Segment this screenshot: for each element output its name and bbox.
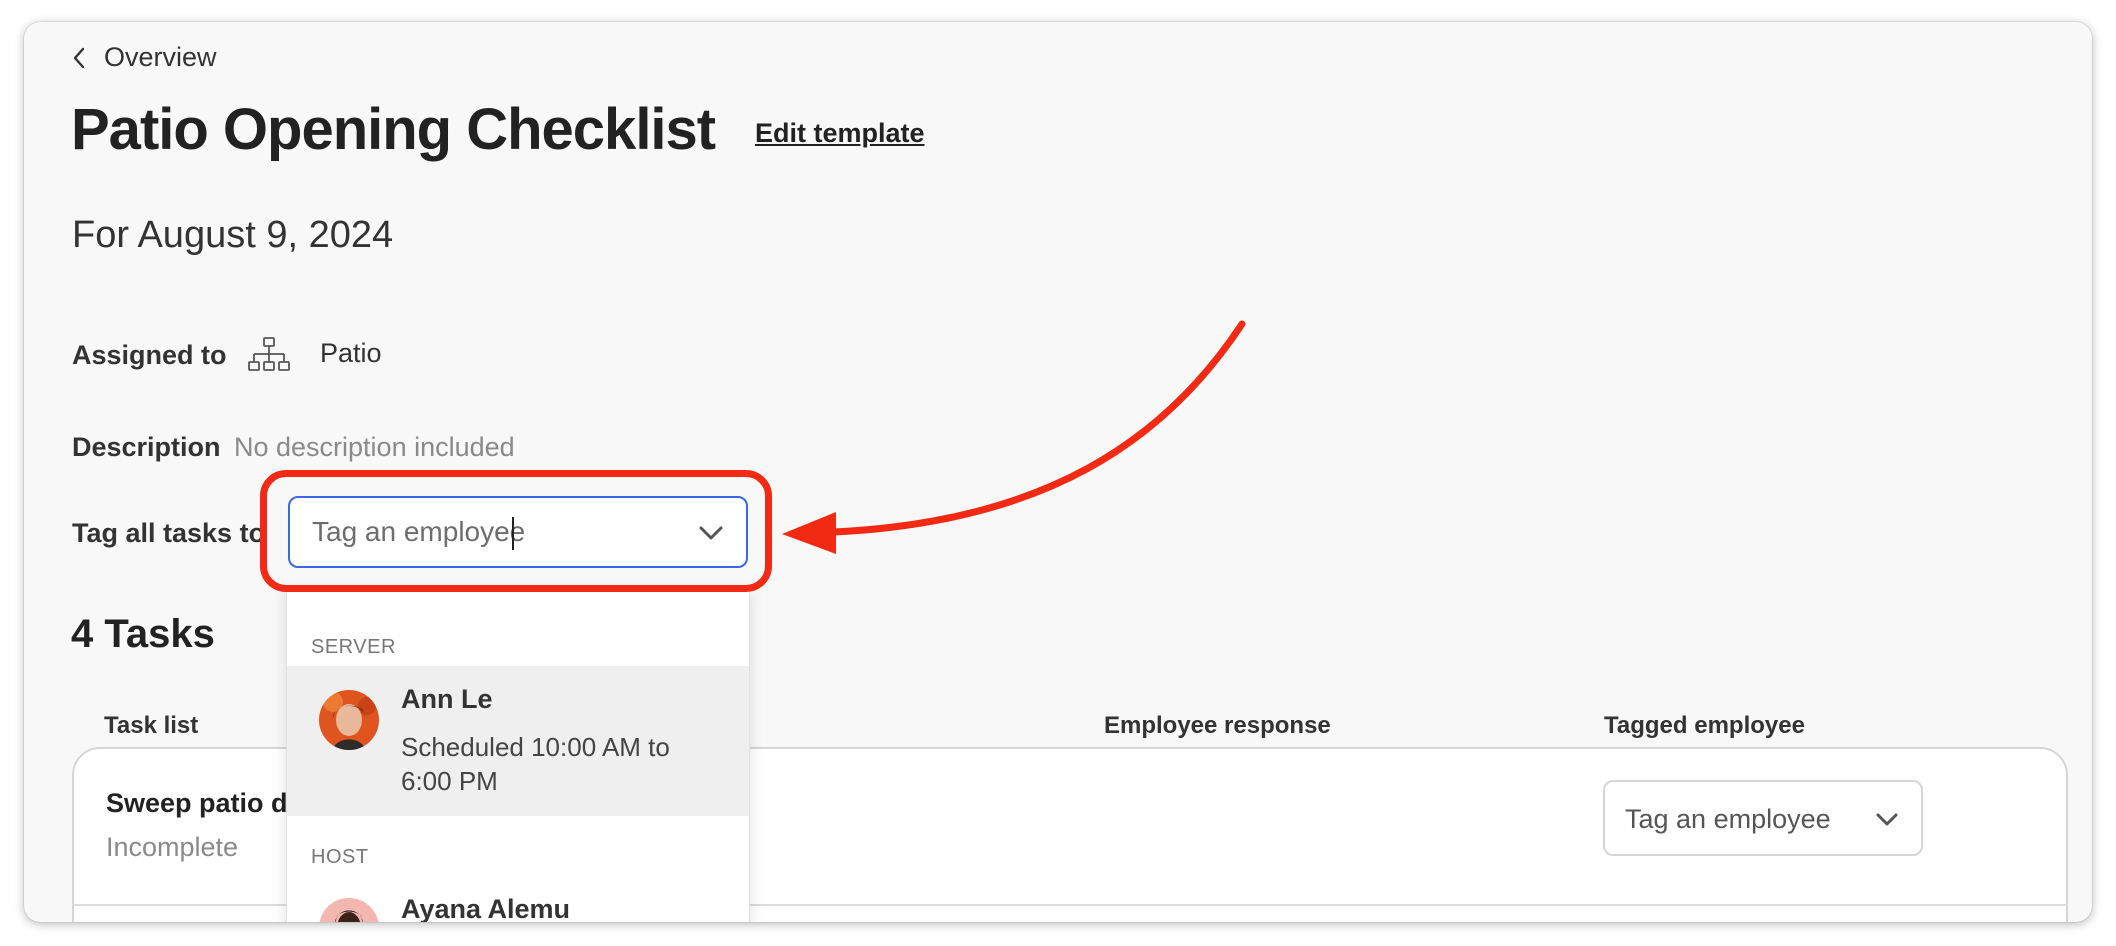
column-header-tagged-employee: Tagged employee xyxy=(1604,712,1805,739)
dropdown-option-ann-le[interactable]: Ann Le Scheduled 10:00 AM to 6:00 PM xyxy=(287,666,749,816)
date-line: For August 9, 2024 xyxy=(72,214,394,256)
edit-template-link[interactable]: Edit template xyxy=(755,118,925,149)
chevron-left-icon xyxy=(73,47,85,68)
group-label-server: SERVER xyxy=(311,636,396,658)
tasks-heading: 4 Tasks xyxy=(71,612,215,656)
page-title: Patio Opening Checklist xyxy=(71,97,716,162)
tag-all-label: Tag all tasks to xyxy=(72,518,266,548)
employee-dropdown-menu: SERVER Ann Le Scheduled 10:00 AM to 6:00… xyxy=(286,587,750,922)
option-name: Ayana Alemu xyxy=(401,894,571,922)
column-header-employee-response: Employee response xyxy=(1104,712,1331,739)
avatar xyxy=(319,898,379,922)
avatar xyxy=(319,690,379,750)
description-value: No description included xyxy=(234,432,515,462)
task-tag-employee-select[interactable]: Tag an employee xyxy=(1603,780,1923,856)
column-header-task-list: Task list xyxy=(104,712,199,739)
annotation-highlight-box xyxy=(260,470,772,592)
assigned-value: Patio xyxy=(320,338,382,368)
app-window: Overview Patio Opening Checklist Edit te… xyxy=(24,22,2092,922)
task-name[interactable]: Sweep patio de xyxy=(106,788,303,819)
dropdown-option-ayana-alemu[interactable]: Ayana Alemu xyxy=(287,876,749,922)
option-schedule: Scheduled 10:00 AM to 6:00 PM xyxy=(401,732,670,796)
option-name: Ann Le xyxy=(401,684,493,714)
description-label: Description xyxy=(72,432,221,462)
assigned-to-label: Assigned to xyxy=(72,340,227,370)
group-label-host: HOST xyxy=(311,846,369,868)
breadcrumb-back-link[interactable]: Overview xyxy=(72,42,217,73)
breadcrumb-label: Overview xyxy=(104,42,217,72)
task-tag-placeholder: Tag an employee xyxy=(1625,804,1831,834)
task-status: Incomplete xyxy=(106,832,239,862)
org-chart-icon xyxy=(248,337,290,371)
chevron-down-icon xyxy=(1876,813,1898,826)
